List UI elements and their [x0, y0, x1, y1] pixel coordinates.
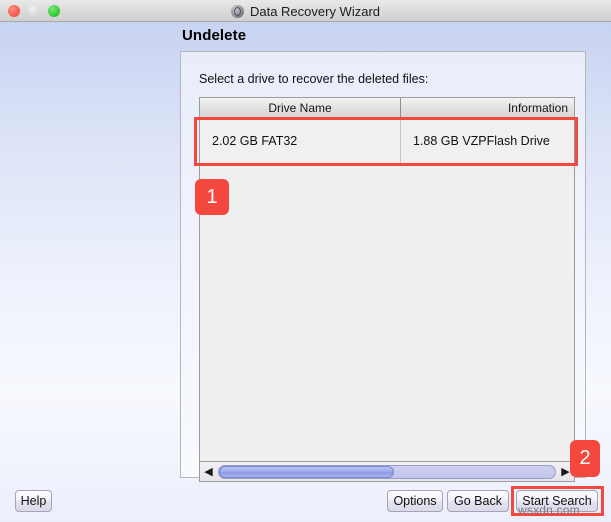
- application-window: Data Recovery Wizard Undelete Select a d…: [0, 0, 611, 522]
- app-globe-icon: [230, 4, 244, 18]
- column-header-drive-name[interactable]: Drive Name: [200, 98, 401, 117]
- horizontal-scrollbar[interactable]: ◀ ▶: [199, 462, 575, 482]
- scrollbar-track[interactable]: [218, 464, 556, 479]
- drive-list[interactable]: Drive Name Information 2.02 GB FAT32 1.8…: [199, 97, 575, 462]
- scroll-left-arrow-icon[interactable]: ◀: [200, 463, 217, 481]
- annotation-step-badge-2: 2: [570, 440, 600, 477]
- page-title: Undelete: [182, 27, 247, 44]
- instruction-text: Select a drive to recover the deleted fi…: [199, 72, 429, 86]
- title-bar: Data Recovery Wizard: [0, 0, 611, 22]
- options-button[interactable]: Options: [387, 490, 443, 512]
- cell-information: 1.88 GB VZPFlash Drive: [413, 134, 550, 148]
- window-title: Data Recovery Wizard: [249, 3, 381, 19]
- cell-drive-name: 2.02 GB FAT32: [200, 118, 401, 164]
- go-back-button[interactable]: Go Back: [447, 490, 509, 512]
- table-row[interactable]: 2.02 GB FAT32 1.88 GB VZPFlash Drive: [200, 118, 574, 165]
- window-title-group: Data Recovery Wizard: [0, 0, 611, 22]
- table-body: 2.02 GB FAT32 1.88 GB VZPFlash Drive: [200, 118, 574, 461]
- table-header-row: Drive Name Information: [200, 98, 574, 118]
- annotation-step-badge-1: 1: [195, 179, 229, 215]
- watermark: wsxdn.com: [518, 503, 580, 517]
- scrollbar-thumb[interactable]: [219, 465, 394, 478]
- column-header-information[interactable]: Information: [401, 98, 574, 117]
- main-panel: Select a drive to recover the deleted fi…: [180, 51, 586, 482]
- help-button[interactable]: Help: [15, 490, 52, 512]
